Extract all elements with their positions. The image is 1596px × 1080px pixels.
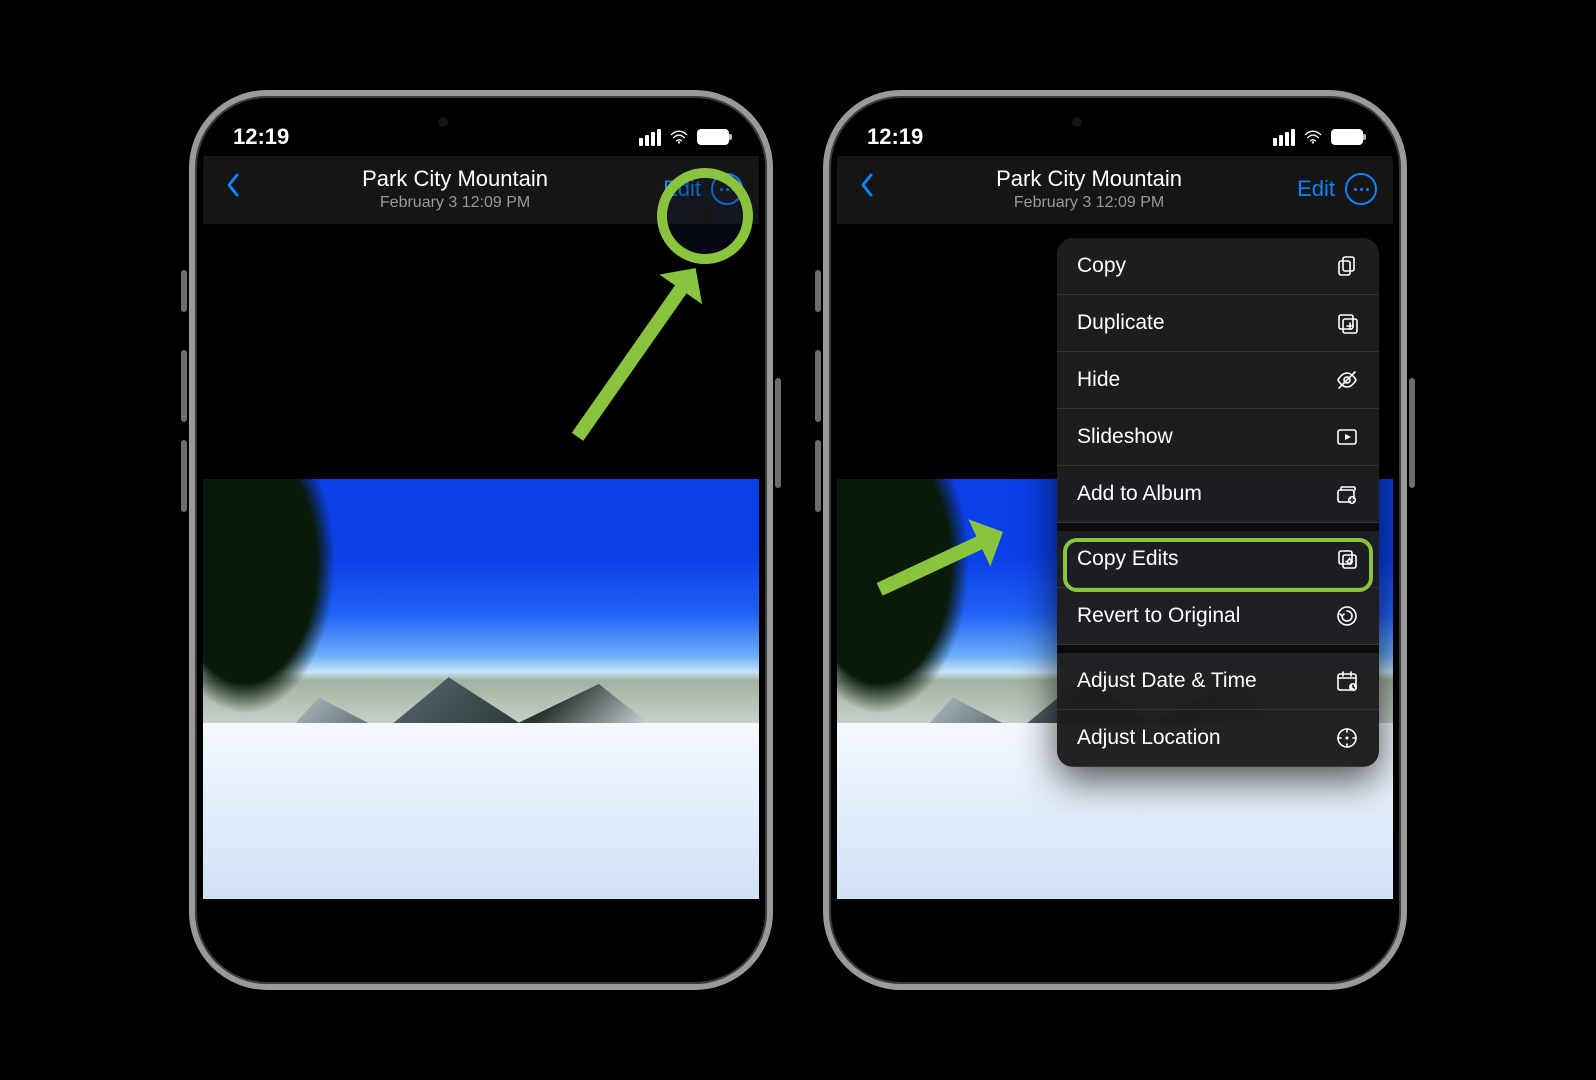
page-title: Park City Mountain bbox=[247, 166, 663, 192]
revert-icon bbox=[1335, 604, 1359, 628]
wifi-icon bbox=[669, 130, 689, 144]
status-icons bbox=[639, 129, 729, 146]
menu-item-label: Copy bbox=[1077, 254, 1126, 278]
cellular-icon bbox=[639, 129, 661, 146]
battery-icon bbox=[697, 129, 729, 145]
menu-item-copy[interactable]: Copy bbox=[1057, 238, 1379, 295]
mute-switch bbox=[815, 270, 821, 312]
duplicate-icon bbox=[1335, 311, 1359, 335]
phone-screen: 12:19 Park City Mountain February 3 12:0… bbox=[203, 104, 759, 976]
notch bbox=[376, 104, 586, 140]
title-block: Park City Mountain February 3 12:09 PM bbox=[881, 166, 1297, 212]
status-time: 12:19 bbox=[233, 124, 289, 150]
back-button[interactable] bbox=[853, 172, 881, 206]
title-block: Park City Mountain February 3 12:09 PM bbox=[247, 166, 663, 212]
menu-item-label: Adjust Location bbox=[1077, 726, 1221, 750]
power-button bbox=[775, 378, 781, 488]
menu-item-duplicate[interactable]: Duplicate bbox=[1057, 295, 1379, 352]
menu-item-copyedits[interactable]: Copy Edits bbox=[1057, 531, 1379, 588]
menu-item-label: Adjust Date & Time bbox=[1077, 669, 1257, 693]
context-menu: Copy Duplicate Hide Slideshow Add to Album Co… bbox=[1057, 238, 1379, 767]
phone-right: 12:19 Park City Mountain February 3 12:0… bbox=[823, 90, 1407, 990]
menu-item-slideshow[interactable]: Slideshow bbox=[1057, 409, 1379, 466]
menu-item-location[interactable]: Adjust Location bbox=[1057, 710, 1379, 767]
annotation-arrow bbox=[572, 277, 692, 441]
page-subtitle: February 3 12:09 PM bbox=[881, 194, 1297, 212]
menu-item-label: Duplicate bbox=[1077, 311, 1165, 335]
hide-icon bbox=[1335, 368, 1359, 392]
location-icon bbox=[1335, 726, 1359, 750]
menu-item-label: Revert to Original bbox=[1077, 604, 1240, 628]
slideshow-icon bbox=[1335, 425, 1359, 449]
menu-item-datetime[interactable]: Adjust Date & Time bbox=[1057, 653, 1379, 710]
notch bbox=[1010, 104, 1220, 140]
copy-icon bbox=[1335, 254, 1359, 278]
menu-item-hide[interactable]: Hide bbox=[1057, 352, 1379, 409]
back-button[interactable] bbox=[219, 172, 247, 206]
menu-item-label: Add to Album bbox=[1077, 482, 1202, 506]
menu-item-revert[interactable]: Revert to Original bbox=[1057, 588, 1379, 645]
menu-item-album[interactable]: Add to Album bbox=[1057, 466, 1379, 523]
menu-item-label: Hide bbox=[1077, 368, 1120, 392]
phone-left: 12:19 Park City Mountain February 3 12:0… bbox=[189, 90, 773, 990]
menu-item-label: Copy Edits bbox=[1077, 547, 1179, 571]
more-button[interactable] bbox=[1345, 173, 1377, 205]
volume-down-button bbox=[815, 440, 821, 512]
power-button bbox=[1409, 378, 1415, 488]
status-icons bbox=[1273, 129, 1363, 146]
photo-content[interactable] bbox=[203, 479, 759, 899]
copyedits-icon bbox=[1335, 547, 1359, 571]
volume-up-button bbox=[815, 350, 821, 422]
volume-up-button bbox=[181, 350, 187, 422]
battery-icon bbox=[1331, 129, 1363, 145]
chevron-left-icon bbox=[225, 172, 241, 198]
ellipsis-icon bbox=[1354, 188, 1369, 191]
menu-item-label: Slideshow bbox=[1077, 425, 1173, 449]
album-icon bbox=[1335, 482, 1359, 506]
nav-header: Park City Mountain February 3 12:09 PM E… bbox=[837, 156, 1393, 224]
page-title: Park City Mountain bbox=[881, 166, 1297, 192]
volume-down-button bbox=[181, 440, 187, 512]
datetime-icon bbox=[1335, 669, 1359, 693]
edit-button[interactable]: Edit bbox=[1297, 176, 1335, 202]
status-time: 12:19 bbox=[867, 124, 923, 150]
wifi-icon bbox=[1303, 130, 1323, 144]
page-subtitle: February 3 12:09 PM bbox=[247, 194, 663, 212]
menu-divider bbox=[1057, 645, 1379, 653]
mute-switch bbox=[181, 270, 187, 312]
chevron-left-icon bbox=[859, 172, 875, 198]
cellular-icon bbox=[1273, 129, 1295, 146]
phone-screen: 12:19 Park City Mountain February 3 12:0… bbox=[837, 104, 1393, 976]
menu-divider bbox=[1057, 523, 1379, 531]
